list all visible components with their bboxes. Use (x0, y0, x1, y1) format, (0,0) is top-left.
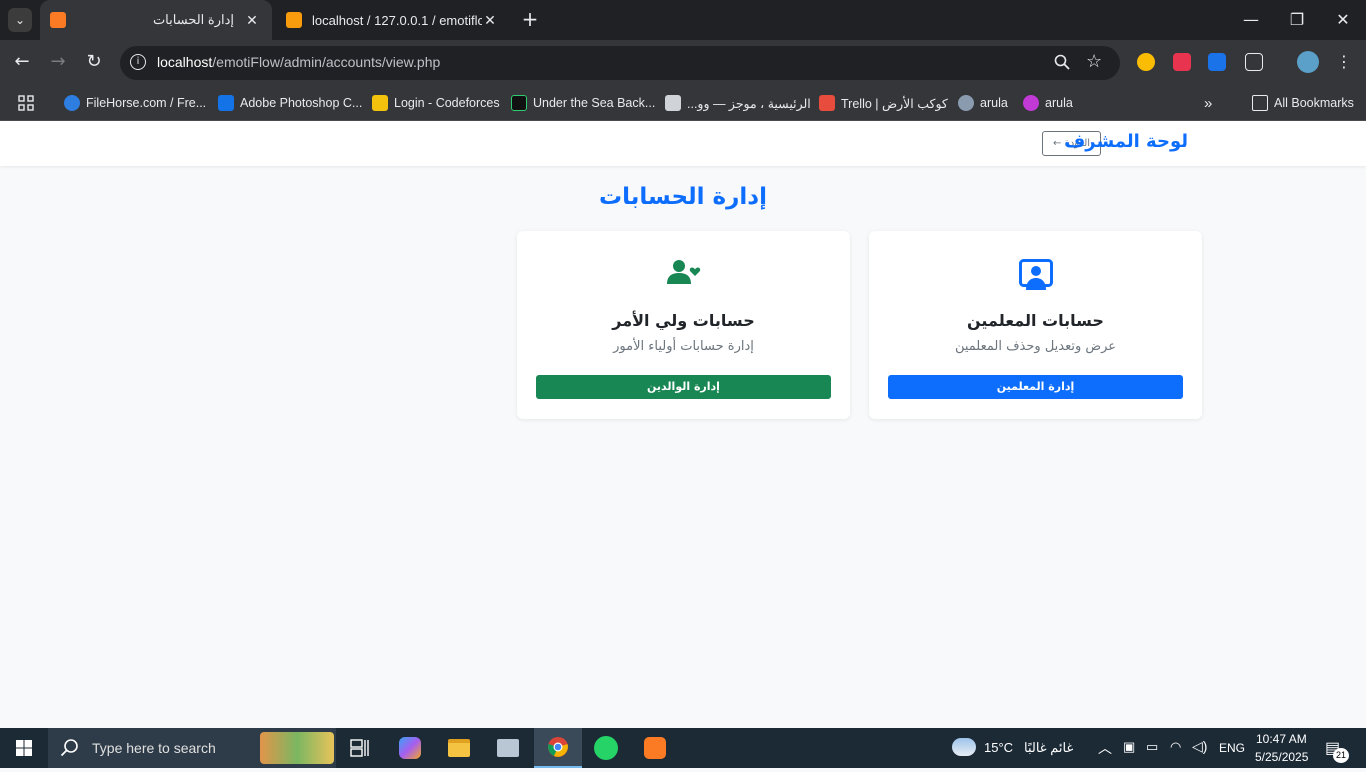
card-title: حسابات ولي الأمر (612, 311, 755, 330)
page-title: إدارة الحسابات (599, 184, 767, 210)
teachers-card: حسابات المعلمين عرض وتعديل وحذف المعلمين… (869, 231, 1202, 419)
profile-avatar[interactable] (1297, 51, 1319, 73)
weather-temp[interactable]: 15°C (984, 740, 1013, 755)
address-bar[interactable]: i localhost/emotiFlow/admin/accounts/vie… (120, 46, 1120, 80)
url-text[interactable]: localhost/emotiFlow/admin/accounts/view.… (157, 54, 440, 70)
notification-count: 21 (1333, 748, 1349, 763)
task-view-icon[interactable] (336, 728, 384, 768)
battery-icon[interactable]: ▭ (1146, 739, 1158, 755)
navbar: ← العودة لوحة المشرف (0, 121, 1366, 166)
close-icon[interactable]: ✕ (244, 12, 260, 29)
close-window-button[interactable]: ✕ (1320, 0, 1366, 40)
clock-date[interactable]: 5/25/2025 (1255, 750, 1308, 764)
app-icon[interactable] (484, 728, 532, 768)
bookmark-item[interactable]: Adobe Photoshop C... (218, 92, 362, 114)
codeforces-icon (372, 95, 388, 111)
minimize-button[interactable]: — (1228, 0, 1274, 40)
weather-desc[interactable]: غائم غالبًا (1024, 740, 1073, 756)
whatsapp-icon[interactable] (582, 728, 630, 768)
browser-toolbar: ← → ↻ i localhost/emotiFlow/admin/accoun… (0, 40, 1366, 85)
tab-phpmyadmin[interactable]: localhost / 127.0.0.1 / emotiflow ✕ (276, 0, 510, 40)
extension-icon[interactable] (1208, 53, 1226, 71)
xampp-icon[interactable] (631, 728, 679, 768)
card-title: حسابات المعلمين (967, 311, 1104, 330)
tab-title: إدارة الحسابات (152, 12, 234, 27)
clock-time[interactable]: 10:47 AM (1256, 732, 1307, 746)
search-highlight-image (260, 732, 334, 764)
extensions-puzzle-icon[interactable] (1245, 53, 1263, 71)
camera-icon[interactable]: ▣ (1123, 739, 1135, 755)
bookmark-item[interactable]: FileHorse.com / Fre... (64, 92, 206, 114)
trello-icon (819, 95, 835, 111)
zoom-icon[interactable] (1054, 54, 1070, 74)
bookmark-item[interactable]: الرئيسية ، موجز — وو... (665, 92, 811, 114)
chevron-up-icon[interactable]: ︿ (1098, 738, 1112, 758)
windows-taskbar: Type here to search 15°C غائم غالبًا ︿ ▣… (0, 728, 1366, 768)
bookmark-item[interactable]: Login - Codeforces (372, 92, 500, 114)
manage-parents-button[interactable]: إدارة الوالدين (536, 375, 831, 399)
card-description: عرض وتعديل وحذف المعلمين (954, 339, 1117, 354)
taskbar-search[interactable]: Type here to search (48, 728, 336, 768)
photoshop-icon (218, 95, 234, 111)
bookmark-item[interactable]: arula (1023, 92, 1073, 114)
search-placeholder: Type here to search (92, 740, 216, 756)
filehorse-icon (64, 95, 80, 111)
arula-icon (1023, 95, 1039, 111)
parents-card: حسابات ولي الأمر إدارة حسابات أولياء الأ… (517, 231, 850, 419)
bookmark-item[interactable]: Under the Sea Back... (511, 92, 655, 114)
extension-icon[interactable] (1173, 53, 1191, 71)
bookmark-star-icon[interactable]: ☆ (1086, 51, 1102, 72)
tab-accounts[interactable]: إدارة الحسابات ✕ (40, 0, 272, 40)
tab-title: localhost / 127.0.0.1 / emotiflow (312, 12, 482, 28)
navbar-brand[interactable]: لوحة المشرف (1064, 131, 1188, 152)
more-bookmarks-icon[interactable]: » (1204, 92, 1212, 114)
bookmark-item[interactable]: arula (958, 92, 1008, 114)
bookmarks-bar: FileHorse.com / Fre... Adobe Photoshop C… (0, 85, 1366, 121)
wifi-icon[interactable]: ◠ (1170, 739, 1181, 755)
xampp-icon (50, 12, 66, 28)
back-arrow-icon[interactable]: ← (10, 50, 34, 74)
volume-icon[interactable]: ◁) (1192, 738, 1207, 755)
bookmark-site-icon (665, 95, 681, 111)
reload-icon[interactable]: ↻ (82, 50, 106, 74)
openai-icon (958, 95, 974, 111)
weather-cloud-icon[interactable] (952, 738, 976, 756)
web-page: ← العودة لوحة المشرف إدارة الحسابات حساب… (0, 121, 1366, 728)
windows-start-icon[interactable] (0, 728, 48, 768)
file-explorer-icon[interactable] (435, 728, 483, 768)
card-description: إدارة حسابات أولياء الأمور (613, 339, 754, 354)
browser-tab-strip: ⌄ إدارة الحسابات ✕ localhost / 127.0.0.1… (0, 0, 1366, 40)
tab-search-button[interactable]: ⌄ (8, 8, 32, 32)
all-bookmarks[interactable]: All Bookmarks (1252, 92, 1354, 114)
extension-icon[interactable] (1137, 53, 1155, 71)
user-board-icon (869, 259, 1202, 293)
chrome-icon[interactable] (534, 728, 582, 768)
bookmark-item[interactable]: Trello | كوكب الأرض (819, 92, 948, 114)
copilot-icon[interactable] (386, 728, 434, 768)
site-info-icon[interactable]: i (130, 54, 146, 70)
phpmyadmin-icon (286, 12, 302, 28)
language-indicator[interactable]: ENG (1219, 741, 1245, 755)
restore-button[interactable]: ❐ (1274, 0, 1320, 40)
menu-icon[interactable]: ⋮ (1332, 50, 1356, 74)
forward-arrow-icon[interactable]: → (46, 50, 70, 74)
user-heart-icon (517, 259, 850, 293)
manage-teachers-button[interactable]: إدارة المعلمين (888, 375, 1183, 399)
new-tab-button[interactable]: + (518, 8, 542, 32)
close-icon[interactable]: ✕ (482, 12, 498, 29)
search-icon (60, 739, 78, 757)
folder-icon (1252, 95, 1268, 111)
apps-grid-icon[interactable] (18, 92, 34, 114)
bookmark-site-icon (511, 95, 527, 111)
